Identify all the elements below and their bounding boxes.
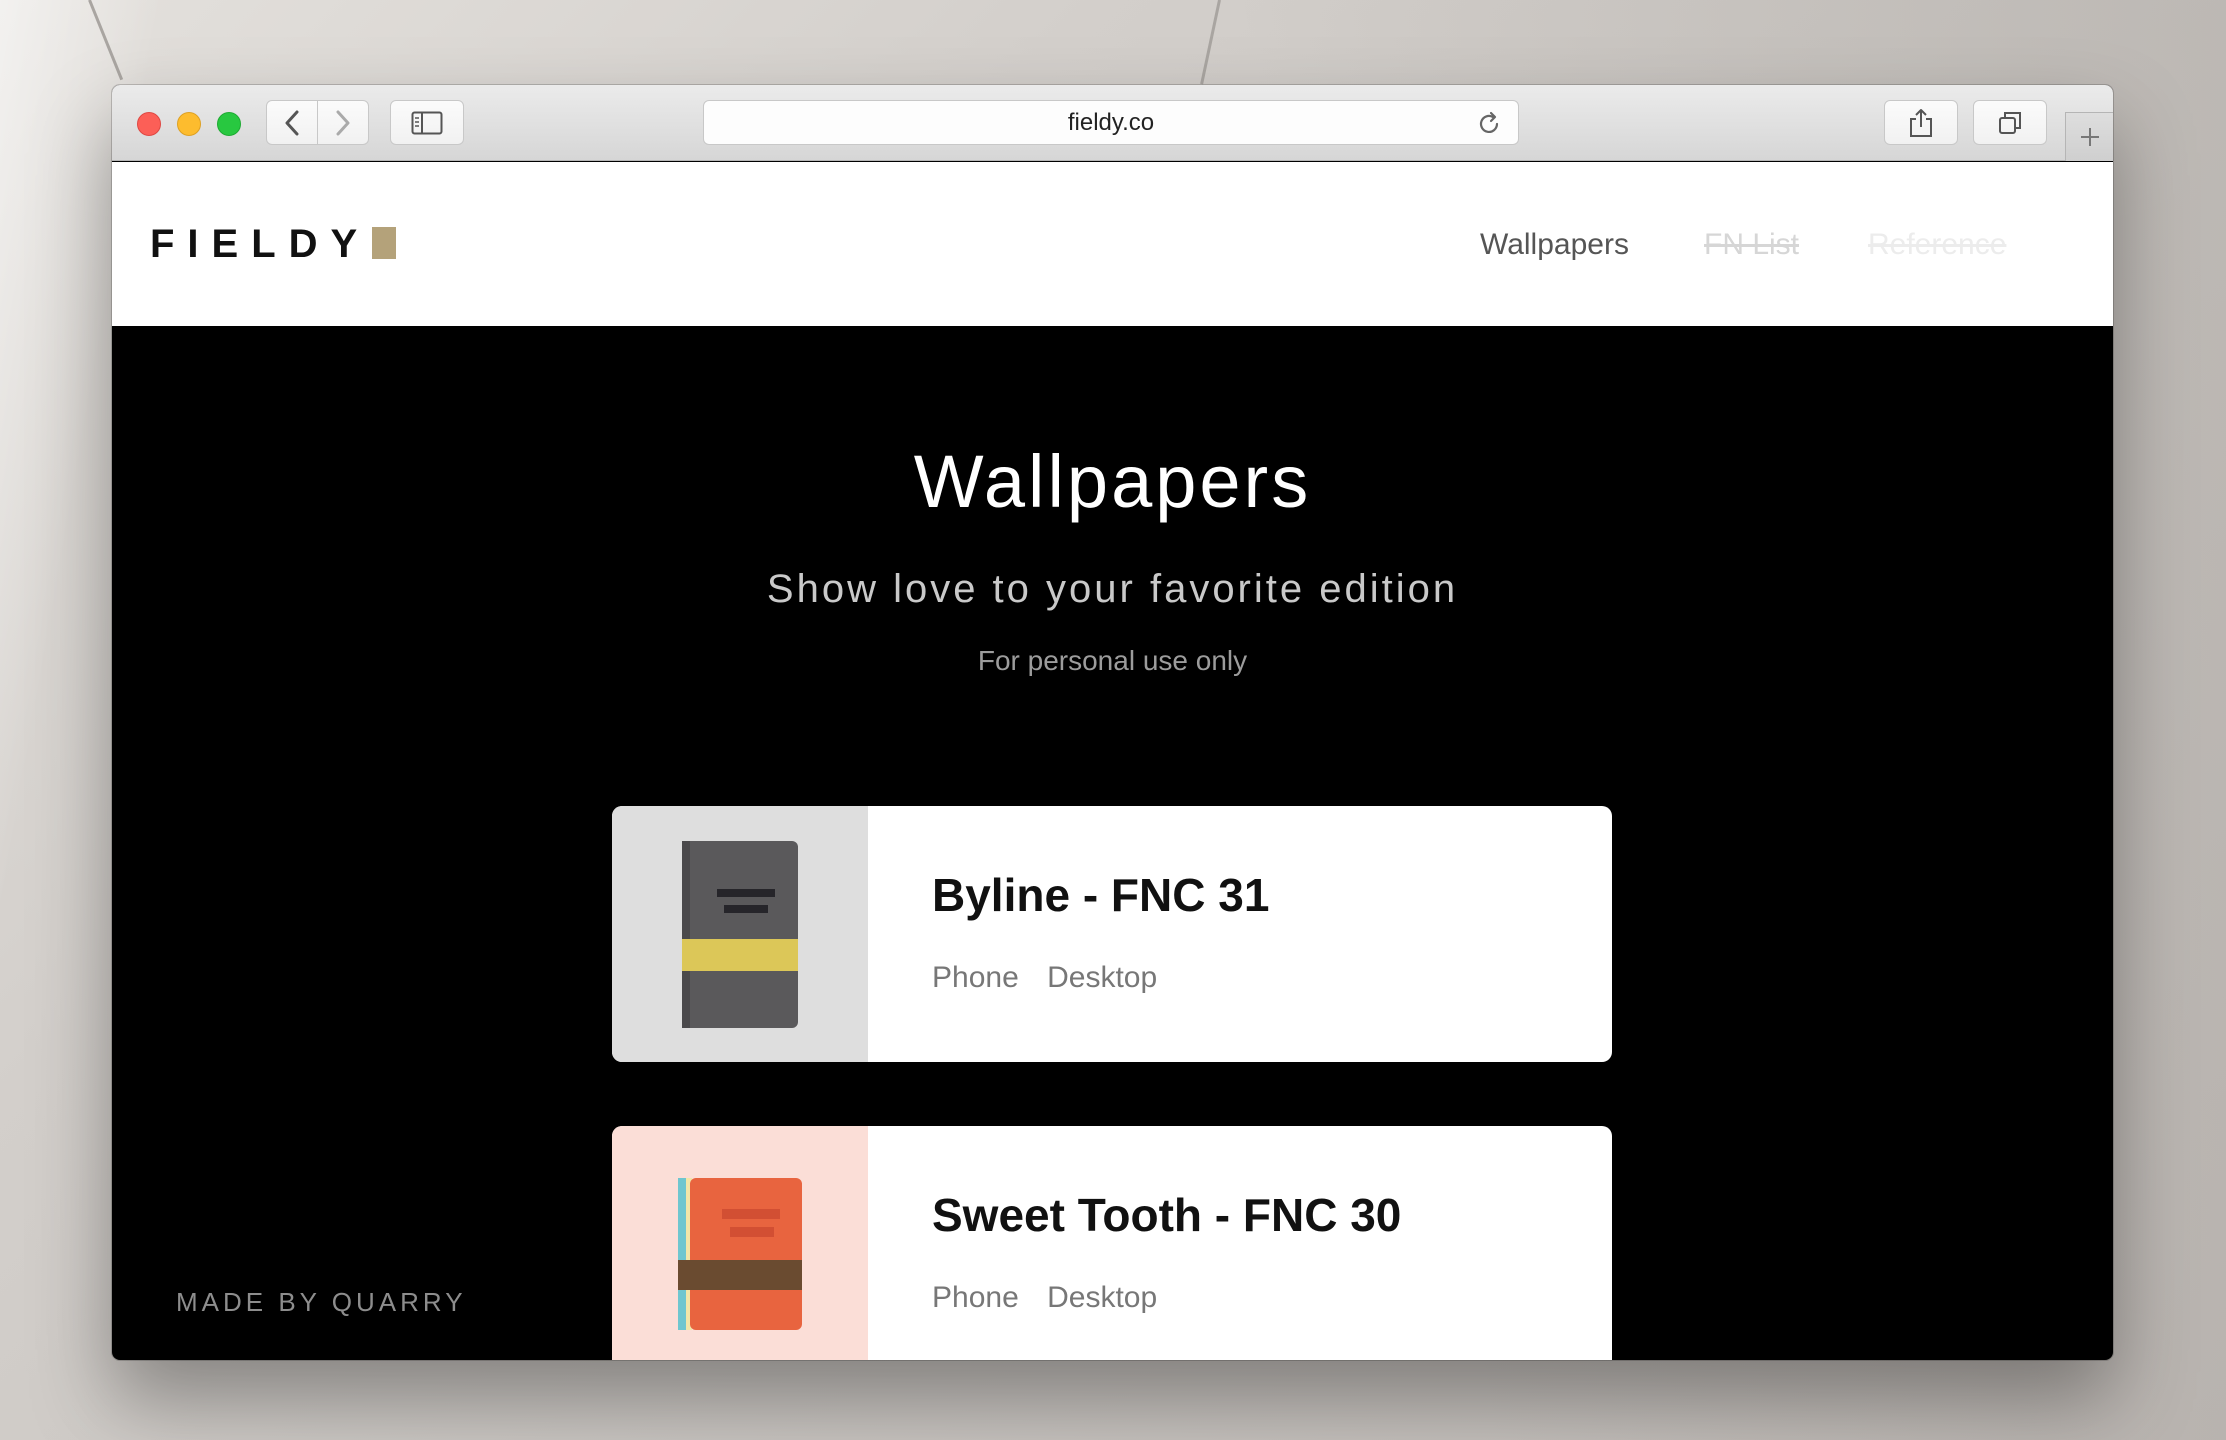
nav-fn-list[interactable]: FN List — [1704, 228, 1799, 262]
browser-window: fieldy.co FIELDY Wallpapers FN List Refe… — [112, 85, 2113, 1360]
chevron-right-icon — [336, 110, 350, 135]
tabs-icon — [1999, 111, 2021, 134]
sidebar-icon — [411, 111, 443, 134]
zoom-window-button[interactable] — [217, 112, 241, 136]
edition-card[interactable]: Sweet Tooth - FNC 30 Phone Desktop — [612, 1126, 1612, 1360]
close-window-button[interactable] — [137, 112, 161, 136]
notebook-icon — [678, 1178, 802, 1330]
notebook-icon — [682, 841, 798, 1028]
edition-card[interactable]: Byline - FNC 31 Phone Desktop — [612, 806, 1612, 1062]
edition-thumbnail — [612, 806, 868, 1062]
nav-reference[interactable]: Reference — [1868, 228, 2006, 262]
phone-link[interactable]: Phone — [932, 1281, 1019, 1314]
share-button[interactable] — [1884, 100, 1958, 145]
download-links: Phone Desktop — [932, 1281, 1177, 1315]
show-tabs-button[interactable] — [1973, 100, 2047, 145]
reload-icon[interactable] — [1476, 111, 1502, 137]
new-tab-button[interactable] — [2065, 112, 2113, 161]
download-links: Phone Desktop — [932, 961, 1177, 995]
edition-thumbnail — [612, 1126, 868, 1360]
address-bar[interactable]: fieldy.co — [703, 100, 1519, 145]
phone-link[interactable]: Phone — [932, 961, 1019, 994]
share-icon — [1910, 108, 1932, 137]
edition-title: Byline - FNC 31 — [932, 869, 1270, 921]
browser-toolbar: fieldy.co — [112, 85, 2113, 161]
usage-note: For personal use only — [977, 645, 1248, 676]
forward-button[interactable] — [317, 100, 369, 145]
nav-wallpapers[interactable]: Wallpapers — [1480, 228, 1629, 262]
site-logo[interactable]: FIELDY — [150, 222, 370, 267]
desktop-link[interactable]: Desktop — [1047, 961, 1157, 994]
url-text: fieldy.co — [1067, 108, 1155, 136]
sidebar-toggle-button[interactable] — [390, 100, 464, 145]
page-subtitle: Show love to your favorite edition — [766, 567, 1459, 611]
logo-mark — [372, 227, 396, 259]
desktop-link[interactable]: Desktop — [1047, 1281, 1157, 1314]
edition-title: Sweet Tooth - FNC 30 — [932, 1189, 1402, 1241]
plus-icon — [2080, 128, 2099, 146]
back-button[interactable] — [266, 100, 318, 145]
site-header: FIELDY Wallpapers FN List Reference — [112, 162, 2113, 326]
page-title: Wallpapers — [913, 440, 1312, 523]
footer-credit[interactable]: MADE BY QUARRY — [176, 1287, 467, 1318]
chevron-left-icon — [285, 110, 299, 135]
minimize-window-button[interactable] — [177, 112, 201, 136]
